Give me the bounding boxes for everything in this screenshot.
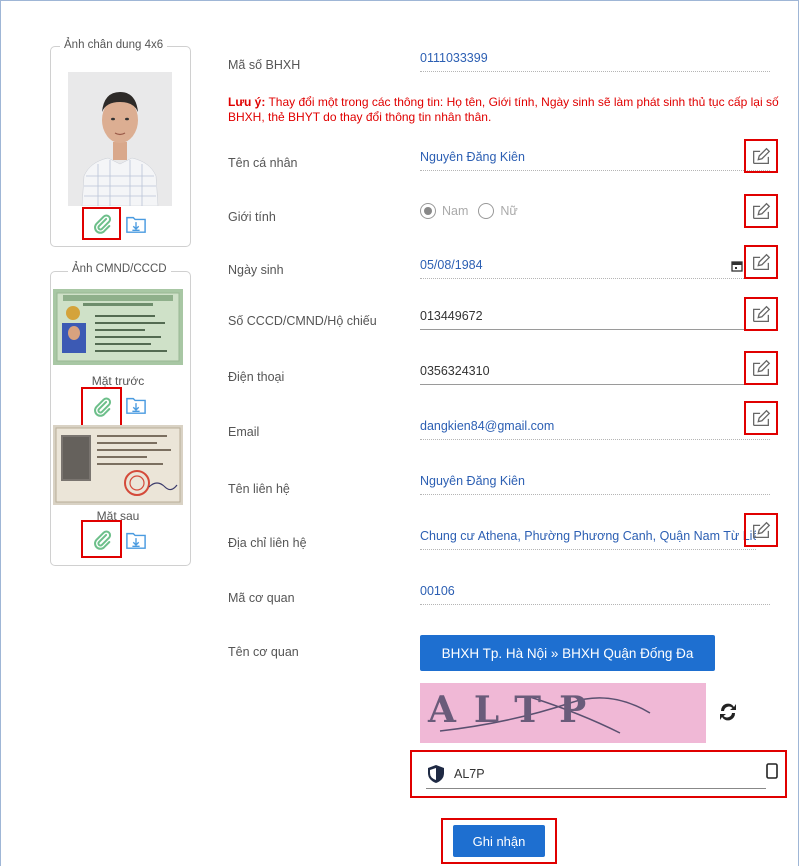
edit-address-button[interactable] — [744, 513, 778, 547]
contact-address-value: Chung cư Athena, Phường Phương Canh, Quậ… — [420, 529, 756, 550]
refresh-icon[interactable] — [716, 700, 740, 724]
phone-label: Điện thoại — [228, 370, 285, 384]
gender-female-label: Nữ — [500, 204, 518, 218]
edit-id-number-button[interactable] — [744, 297, 778, 331]
org-code-label: Mã cơ quan — [228, 591, 295, 605]
id-card-back-photo — [53, 425, 183, 505]
gender-male-label: Nam — [442, 204, 469, 218]
id-card-front-photo — [53, 289, 183, 365]
portrait-photo — [68, 72, 172, 206]
calendar-icon[interactable] — [731, 260, 743, 272]
captcha-input-value: AL7P — [454, 767, 485, 781]
email-value: dangkien84@gmail.com — [420, 419, 770, 440]
gender-radio-group: Nam Nữ — [420, 203, 518, 219]
edit-icon — [753, 521, 771, 538]
org-name-button[interactable]: BHXH Tp. Hà Nội » BHXH Quận Đống Đa — [420, 635, 715, 671]
device-icon — [766, 763, 778, 779]
phone-value[interactable]: 0356324310 — [420, 364, 770, 385]
captcha-input[interactable]: AL7P — [426, 760, 778, 789]
edit-gender-button[interactable] — [744, 194, 778, 228]
captcha-text: ALTP — [428, 689, 605, 731]
id-number-label: Số CCCD/CMND/Hộ chiếu — [228, 314, 377, 328]
download-folder-icon[interactable] — [124, 393, 148, 417]
gender-female-radio[interactable] — [478, 203, 495, 219]
edit-phone-button[interactable] — [744, 351, 778, 385]
edit-dob-button[interactable] — [744, 245, 778, 279]
bhxh-code-value: 0111033399 — [420, 51, 770, 72]
warning-note-prefix: Lưu ý: — [228, 95, 266, 109]
gender-male-radio[interactable] — [420, 203, 436, 219]
submit-button[interactable]: Ghi nhận — [453, 825, 545, 857]
edit-name-button[interactable] — [744, 139, 778, 173]
contact-name-value: Nguyên Đăng Kiên — [420, 474, 770, 495]
paperclip-icon[interactable] — [90, 212, 114, 236]
submit-highlight: Ghi nhận — [441, 818, 557, 864]
gender-label: Giới tính — [228, 210, 276, 224]
download-folder-icon[interactable] — [124, 528, 148, 552]
org-code-value: 00106 — [420, 584, 770, 605]
edit-icon — [753, 359, 771, 376]
dob-label: Ngày sinh — [228, 263, 284, 277]
shield-icon — [428, 765, 444, 783]
paperclip-icon[interactable] — [90, 528, 114, 552]
captcha-input-highlight: AL7P — [410, 750, 787, 798]
portrait-panel-title: Ảnh chân dung 4x6 — [60, 39, 168, 51]
edit-icon — [753, 202, 771, 219]
warning-note: Lưu ý: Thay đổi một trong các thông tin:… — [228, 95, 788, 125]
id-card-front-caption: Mặt trước — [91, 374, 145, 388]
bhxh-code-label: Mã số BHXH — [228, 58, 301, 72]
edit-email-button[interactable] — [744, 401, 778, 435]
edit-icon — [753, 409, 771, 426]
name-value: Nguyên Đăng Kiên — [420, 150, 770, 171]
contact-address-label: Địa chỉ liên hệ — [228, 536, 307, 550]
edit-icon — [753, 147, 771, 164]
edit-icon — [753, 253, 771, 270]
id-number-value[interactable]: 013449672 — [420, 309, 770, 330]
contact-name-label: Tên liên hệ — [228, 482, 290, 496]
dob-value: 05/08/1984 — [420, 258, 770, 279]
org-name-label: Tên cơ quan — [228, 645, 299, 659]
email-label: Email — [228, 425, 260, 439]
paperclip-icon[interactable] — [90, 395, 114, 419]
id-card-panel-title: Ảnh CMND/CCCD — [68, 263, 171, 275]
warning-note-text: Thay đổi một trong các thông tin: Họ tên… — [228, 95, 779, 124]
edit-icon — [753, 305, 771, 322]
download-folder-icon[interactable] — [124, 212, 148, 236]
name-label: Tên cá nhân — [228, 156, 298, 170]
captcha-image: ALTP — [420, 683, 706, 743]
